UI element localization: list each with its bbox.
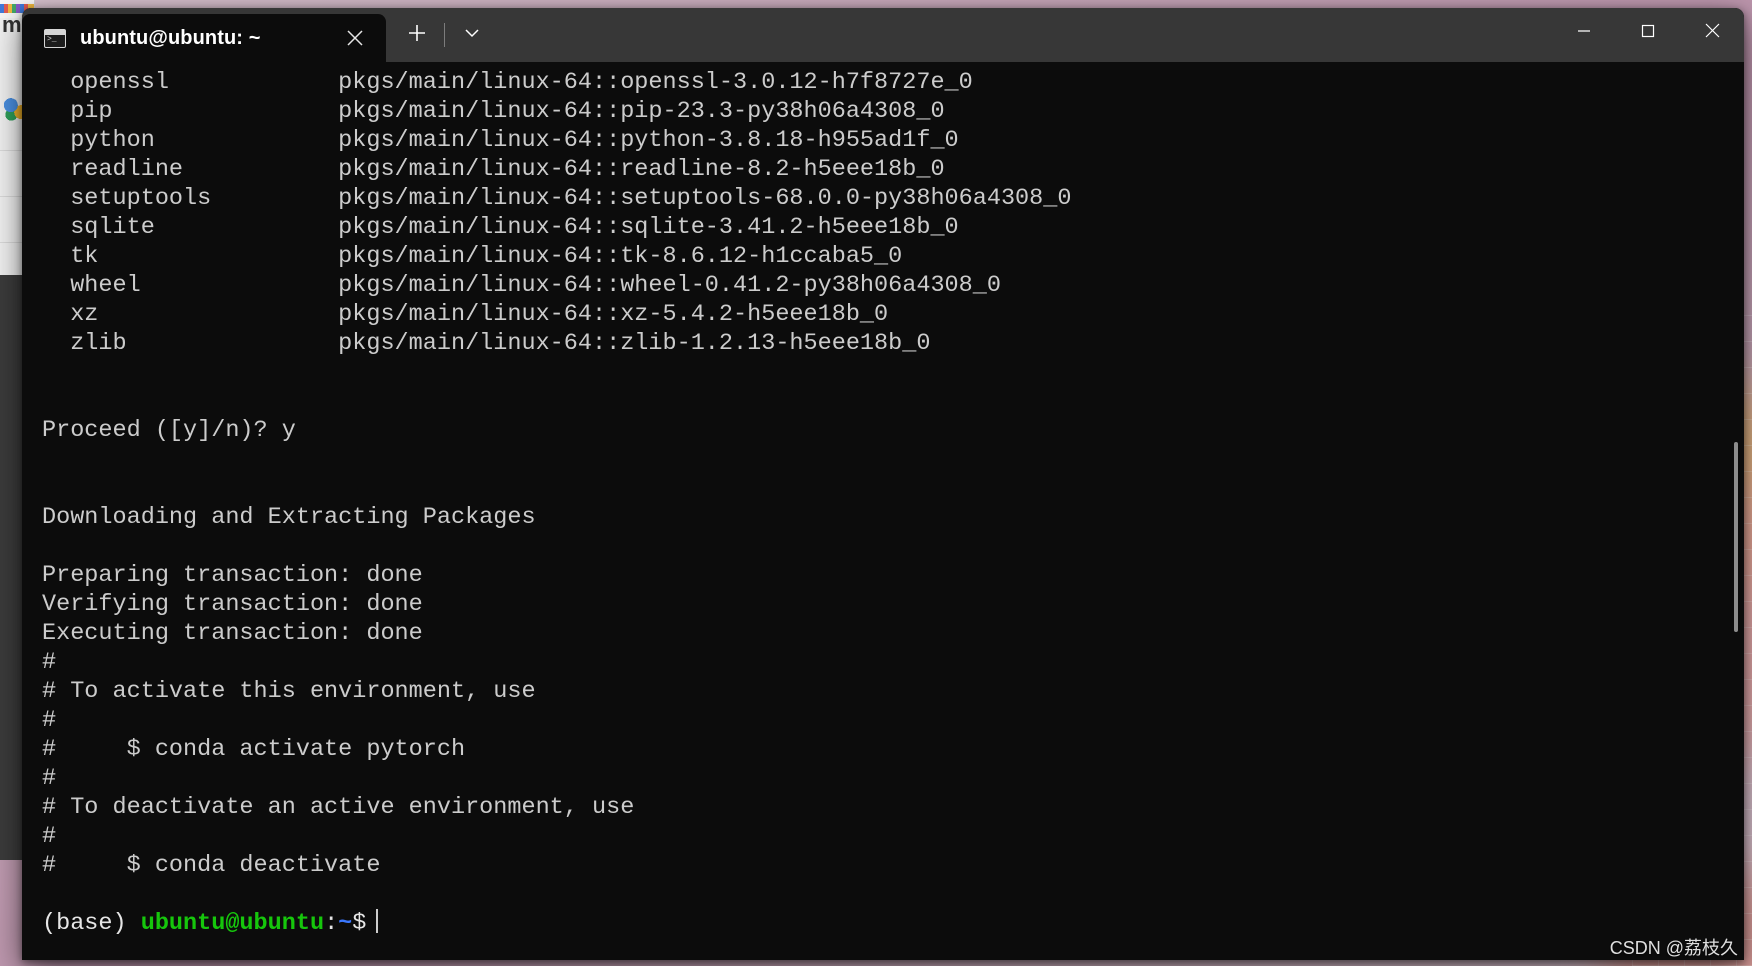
terminal-line: zlib pkgs/main/linux-64::zlib-1.2.13-h5e… (42, 330, 931, 357)
terminal-output-area[interactable]: openssl pkgs/main/linux-64::openssl-3.0.… (22, 62, 1744, 960)
screen: m ubuntu@ubuntu: ~ (0, 0, 1752, 966)
terminal-line: readline pkgs/main/linux-64::readline-8.… (42, 156, 945, 183)
terminal-line: # To deactivate an active environment, u… (42, 794, 635, 821)
terminal-line: Executing transaction: done (42, 620, 423, 647)
chevron-down-icon (463, 24, 481, 47)
terminal-line: xz pkgs/main/linux-64::xz-5.4.2-h5eee18b… (42, 301, 889, 328)
terminal-line: # (42, 649, 57, 676)
terminal-line: Proceed ([y]/n)? y (42, 417, 296, 444)
terminal-prompt-line: (base) ubuntu@ubuntu:~$ (42, 909, 1744, 938)
terminal-line: # (42, 707, 57, 734)
terminal-line: wheel pkgs/main/linux-64::wheel-0.41.2-p… (42, 272, 1001, 299)
prompt-user-host: ubuntu@ubuntu (140, 910, 325, 937)
terminal-line: tk pkgs/main/linux-64::tk-8.6.12-h1ccaba… (42, 243, 903, 270)
terminal-line: # $ conda activate pytorch (42, 736, 466, 763)
terminal-scrollbar[interactable] (1734, 442, 1738, 632)
prompt-colon: : (324, 910, 339, 937)
terminal-app-icon (44, 28, 66, 48)
terminal-scrollback: openssl pkgs/main/linux-64::openssl-3.0.… (42, 68, 1744, 909)
close-window-button[interactable] (1680, 8, 1744, 58)
prompt-path: ~ (338, 910, 353, 937)
terminal-line: # (42, 823, 57, 850)
terminal-line: Downloading and Extracting Packages (42, 504, 536, 531)
terminal-line: python pkgs/main/linux-64::python-3.8.18… (42, 127, 959, 154)
terminal-line: setuptools pkgs/main/linux-64::setuptool… (42, 185, 1072, 212)
terminal-line: # $ conda deactivate (42, 852, 381, 879)
terminal-line: Verifying transaction: done (42, 591, 423, 618)
terminal-line: Preparing transaction: done (42, 562, 423, 589)
plus-icon (407, 23, 427, 48)
toolbar-divider (444, 23, 445, 47)
minimize-button[interactable] (1552, 8, 1616, 58)
background-app-text: m (2, 12, 22, 37)
tab-title: ubuntu@ubuntu: ~ (80, 26, 261, 49)
terminal-line: # To activate this environment, use (42, 678, 536, 705)
tab-ubuntu-terminal[interactable]: ubuntu@ubuntu: ~ (22, 14, 386, 62)
open-dropdown-button[interactable] (451, 8, 493, 62)
minimize-icon (1576, 23, 1592, 44)
terminal-window: ubuntu@ubuntu: ~ (22, 8, 1744, 960)
terminal-line: sqlite pkgs/main/linux-64::sqlite-3.41.2… (42, 214, 959, 241)
terminal-line: pip pkgs/main/linux-64::pip-23.3-py38h06… (42, 98, 945, 125)
prompt-env: (base) (42, 910, 141, 937)
close-icon[interactable] (336, 19, 374, 57)
maximize-icon (1640, 23, 1656, 44)
new-tab-button[interactable] (396, 8, 438, 62)
close-icon (1704, 22, 1721, 44)
window-controls (1552, 8, 1744, 62)
titlebar-drag-area[interactable] (493, 8, 1552, 62)
window-titlebar[interactable]: ubuntu@ubuntu: ~ (22, 8, 1744, 62)
watermark: CSDN @荔枝久 (1609, 938, 1738, 958)
terminal-line: # (42, 765, 57, 792)
prompt-sigil: $ (352, 910, 367, 937)
tab-strip: ubuntu@ubuntu: ~ (22, 8, 386, 62)
text-cursor (376, 909, 379, 933)
maximize-button[interactable] (1616, 8, 1680, 58)
terminal-line: openssl pkgs/main/linux-64::openssl-3.0.… (42, 69, 973, 96)
